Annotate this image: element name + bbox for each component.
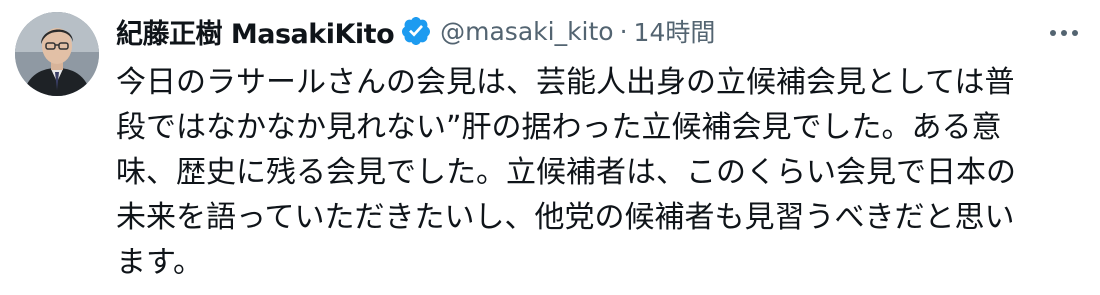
separator-dot: · [619,16,628,46]
verified-badge-icon [400,15,432,47]
more-horizontal-icon [1050,30,1078,36]
tweet-content: 紀藤正樹 MasakiKito @masaki_kito · 14時間 今日のラ… [116,8,1084,285]
tweet-timestamp[interactable]: 14時間 [634,13,716,49]
tweet-card[interactable]: 紀藤正樹 MasakiKito @masaki_kito · 14時間 今日のラ… [0,0,1100,295]
author-avatar[interactable] [15,12,99,96]
tweet-text: 今日のラサールさんの会見は、芸能人出身の立候補会見としては普 段ではなかなか見れ… [116,65,1016,280]
person-avatar-icon [15,12,99,96]
tweet-header: 紀藤正樹 MasakiKito @masaki_kito · 14時間 [116,8,1084,54]
author-display-name[interactable]: 紀藤正樹 MasakiKito [116,12,395,51]
author-handle[interactable]: @masaki_kito [440,17,613,46]
more-options-button[interactable] [1044,18,1084,48]
